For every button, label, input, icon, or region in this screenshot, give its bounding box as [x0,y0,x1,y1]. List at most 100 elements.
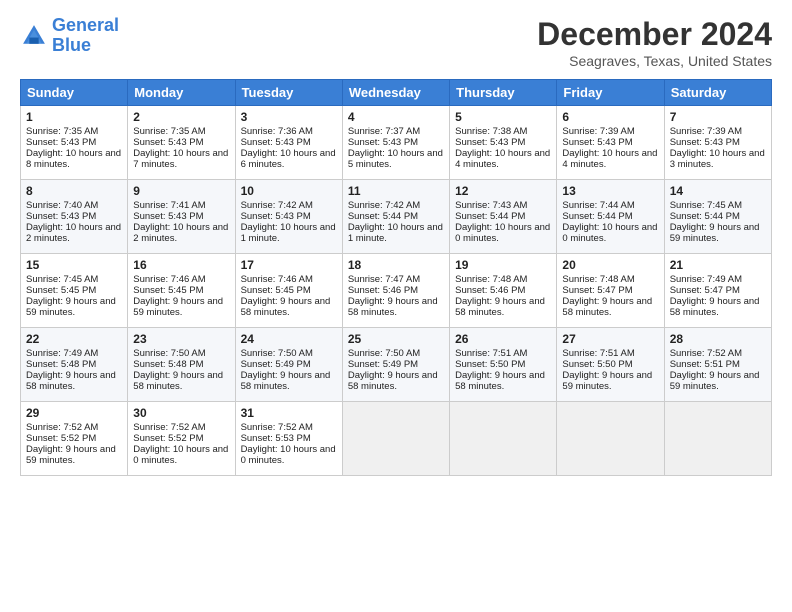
day-number: 31 [241,406,337,420]
table-row: 4 Sunrise: 7:37 AM Sunset: 5:43 PM Dayli… [342,106,449,180]
table-row: 30 Sunrise: 7:52 AM Sunset: 5:52 PM Dayl… [128,402,235,476]
table-row [450,402,557,476]
daylight-label: Daylight: 10 hours and 7 minutes. [133,148,228,170]
sunset-text: Sunset: 5:47 PM [562,285,632,296]
sunrise-text: Sunrise: 7:39 AM [670,126,742,137]
sunset-text: Sunset: 5:44 PM [348,211,418,222]
sunrise-text: Sunrise: 7:52 AM [241,422,313,433]
sunset-text: Sunset: 5:43 PM [241,137,311,148]
calendar-week-row: 15 Sunrise: 7:45 AM Sunset: 5:45 PM Dayl… [21,254,772,328]
logo-text: General Blue [52,16,119,56]
day-number: 3 [241,110,337,124]
sunset-text: Sunset: 5:43 PM [133,137,203,148]
daylight-label: Daylight: 10 hours and 0 minutes. [562,222,657,244]
daylight-label: Daylight: 9 hours and 59 minutes. [26,296,116,318]
sunset-text: Sunset: 5:43 PM [26,211,96,222]
header-thursday: Thursday [450,80,557,106]
daylight-label: Daylight: 10 hours and 2 minutes. [133,222,228,244]
sunrise-text: Sunrise: 7:44 AM [562,200,634,211]
table-row: 17 Sunrise: 7:46 AM Sunset: 5:45 PM Dayl… [235,254,342,328]
logo: General Blue [20,16,119,56]
month-title: December 2024 [537,16,772,53]
sunrise-text: Sunrise: 7:49 AM [26,348,98,359]
table-row: 14 Sunrise: 7:45 AM Sunset: 5:44 PM Dayl… [664,180,771,254]
logo-icon [20,22,48,50]
day-number: 22 [26,332,122,346]
sunrise-text: Sunrise: 7:42 AM [348,200,420,211]
sunset-text: Sunset: 5:45 PM [26,285,96,296]
sunset-text: Sunset: 5:48 PM [26,359,96,370]
daylight-label: Daylight: 9 hours and 58 minutes. [455,296,545,318]
daylight-label: Daylight: 9 hours and 58 minutes. [455,370,545,392]
daylight-label: Daylight: 9 hours and 59 minutes. [670,370,760,392]
sunrise-text: Sunrise: 7:36 AM [241,126,313,137]
sunset-text: Sunset: 5:51 PM [670,359,740,370]
daylight-label: Daylight: 9 hours and 59 minutes. [562,370,652,392]
day-number: 29 [26,406,122,420]
day-number: 13 [562,184,658,198]
table-row: 20 Sunrise: 7:48 AM Sunset: 5:47 PM Dayl… [557,254,664,328]
table-row: 7 Sunrise: 7:39 AM Sunset: 5:43 PM Dayli… [664,106,771,180]
sunset-text: Sunset: 5:43 PM [562,137,632,148]
sunset-text: Sunset: 5:46 PM [348,285,418,296]
location: Seagraves, Texas, United States [537,53,772,69]
day-number: 24 [241,332,337,346]
table-row [342,402,449,476]
table-row: 6 Sunrise: 7:39 AM Sunset: 5:43 PM Dayli… [557,106,664,180]
sunset-text: Sunset: 5:43 PM [26,137,96,148]
daylight-label: Daylight: 10 hours and 6 minutes. [241,148,336,170]
sunrise-text: Sunrise: 7:41 AM [133,200,205,211]
table-row: 28 Sunrise: 7:52 AM Sunset: 5:51 PM Dayl… [664,328,771,402]
sunrise-text: Sunrise: 7:40 AM [26,200,98,211]
header-monday: Monday [128,80,235,106]
day-number: 5 [455,110,551,124]
sunrise-text: Sunrise: 7:38 AM [455,126,527,137]
calendar-table: Sunday Monday Tuesday Wednesday Thursday… [20,79,772,476]
sunrise-text: Sunrise: 7:51 AM [455,348,527,359]
day-number: 9 [133,184,229,198]
table-row: 13 Sunrise: 7:44 AM Sunset: 5:44 PM Dayl… [557,180,664,254]
table-row: 2 Sunrise: 7:35 AM Sunset: 5:43 PM Dayli… [128,106,235,180]
sunset-text: Sunset: 5:44 PM [670,211,740,222]
table-row: 19 Sunrise: 7:48 AM Sunset: 5:46 PM Dayl… [450,254,557,328]
sunset-text: Sunset: 5:52 PM [133,433,203,444]
header-tuesday: Tuesday [235,80,342,106]
sunset-text: Sunset: 5:48 PM [133,359,203,370]
table-row: 25 Sunrise: 7:50 AM Sunset: 5:49 PM Dayl… [342,328,449,402]
sunset-text: Sunset: 5:44 PM [455,211,525,222]
sunset-text: Sunset: 5:50 PM [562,359,632,370]
header: General Blue December 2024 Seagraves, Te… [20,16,772,69]
sunset-text: Sunset: 5:52 PM [26,433,96,444]
day-number: 6 [562,110,658,124]
calendar-week-row: 22 Sunrise: 7:49 AM Sunset: 5:48 PM Dayl… [21,328,772,402]
sunset-text: Sunset: 5:49 PM [348,359,418,370]
sunrise-text: Sunrise: 7:48 AM [455,274,527,285]
table-row: 11 Sunrise: 7:42 AM Sunset: 5:44 PM Dayl… [342,180,449,254]
header-friday: Friday [557,80,664,106]
calendar-header-row: Sunday Monday Tuesday Wednesday Thursday… [21,80,772,106]
daylight-label: Daylight: 10 hours and 4 minutes. [455,148,550,170]
daylight-label: Daylight: 10 hours and 0 minutes. [133,444,228,466]
day-number: 23 [133,332,229,346]
sunset-text: Sunset: 5:46 PM [455,285,525,296]
daylight-label: Daylight: 9 hours and 59 minutes. [133,296,223,318]
day-number: 14 [670,184,766,198]
logo-line1: General [52,15,119,35]
daylight-label: Daylight: 10 hours and 2 minutes. [26,222,121,244]
sunset-text: Sunset: 5:43 PM [241,211,311,222]
daylight-label: Daylight: 9 hours and 58 minutes. [348,296,438,318]
sunrise-text: Sunrise: 7:47 AM [348,274,420,285]
daylight-label: Daylight: 9 hours and 58 minutes. [241,370,331,392]
sunrise-text: Sunrise: 7:46 AM [133,274,205,285]
daylight-label: Daylight: 10 hours and 3 minutes. [670,148,765,170]
day-number: 26 [455,332,551,346]
day-number: 8 [26,184,122,198]
sunrise-text: Sunrise: 7:48 AM [562,274,634,285]
daylight-label: Daylight: 9 hours and 59 minutes. [26,444,116,466]
calendar-week-row: 1 Sunrise: 7:35 AM Sunset: 5:43 PM Dayli… [21,106,772,180]
table-row: 8 Sunrise: 7:40 AM Sunset: 5:43 PM Dayli… [21,180,128,254]
sunset-text: Sunset: 5:49 PM [241,359,311,370]
day-number: 30 [133,406,229,420]
table-row: 5 Sunrise: 7:38 AM Sunset: 5:43 PM Dayli… [450,106,557,180]
page: General Blue December 2024 Seagraves, Te… [0,0,792,612]
